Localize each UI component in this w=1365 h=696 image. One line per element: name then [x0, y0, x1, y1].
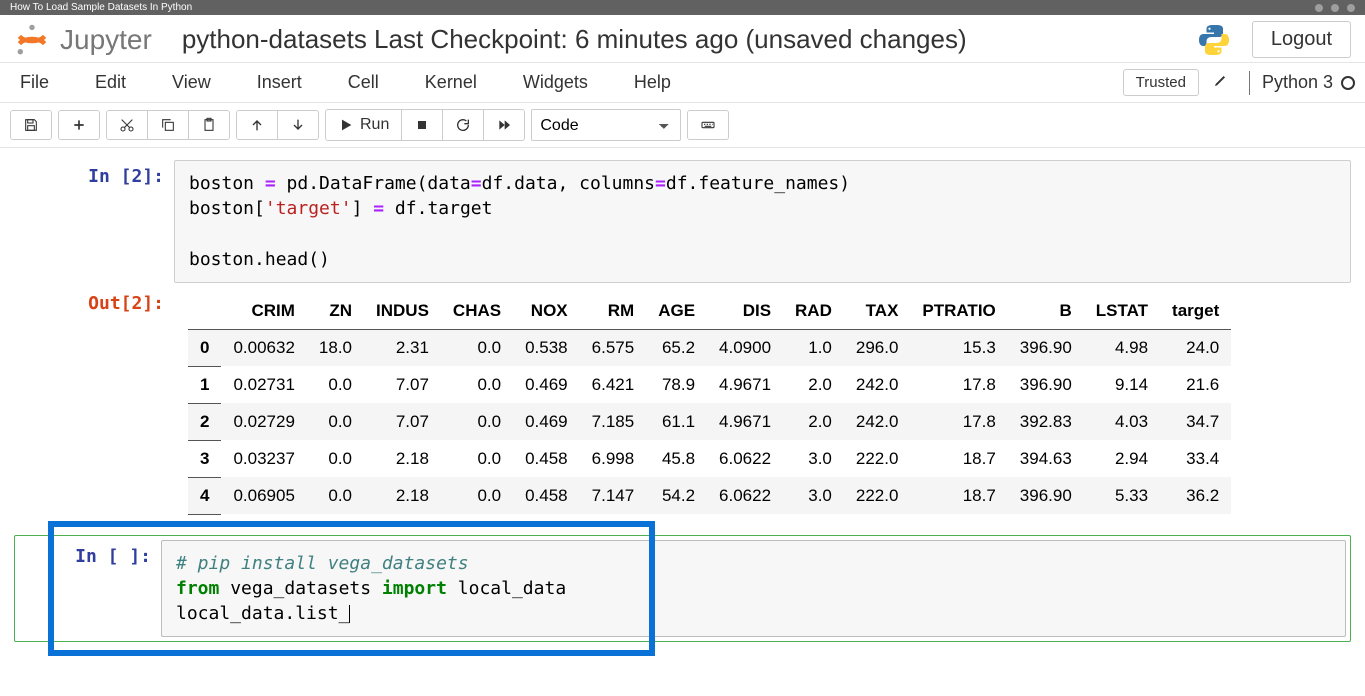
copy-icon[interactable] [148, 111, 189, 139]
table-header: B [1008, 293, 1084, 330]
kernel-busy-icon [1341, 76, 1355, 90]
table-header: AGE [646, 293, 707, 330]
menu-cell[interactable]: Cell [338, 66, 389, 99]
input-prompt-blank: In [ ]: [15, 540, 161, 638]
output-cell-2: Out[2]: CRIMZNINDUSCHASNOXRMAGEDISRADTAX… [0, 285, 1365, 523]
interrupt-icon[interactable] [402, 110, 443, 140]
dataframe-output: CRIMZNINDUSCHASNOXRMAGEDISRADTAXPTRATIOB… [174, 287, 1351, 521]
code-cell-2[interactable]: In [2]: boston = pd.DataFrame(data=df.da… [0, 158, 1365, 285]
kernel-indicator: Python 3 [1262, 72, 1355, 93]
jupyter-wordmark: Jupyter [60, 24, 152, 56]
table-header [188, 293, 221, 330]
notebook-title[interactable]: python-datasets Last Checkpoint: 6 minut… [182, 24, 1196, 55]
output-prompt: Out[2]: [14, 287, 174, 521]
toolbar: Run Code [0, 103, 1365, 148]
trusted-button[interactable]: Trusted [1123, 69, 1199, 96]
table-row: 40.069050.02.180.00.4587.14754.26.06223.… [188, 477, 1231, 514]
table-row: 30.032370.02.180.00.4586.99845.86.06223.… [188, 440, 1231, 477]
table-header: target [1160, 293, 1231, 330]
table-header: PTRATIO [910, 293, 1007, 330]
logout-button[interactable]: Logout [1252, 21, 1351, 58]
restart-icon[interactable] [443, 110, 484, 140]
command-palette-icon[interactable] [688, 111, 728, 139]
move-down-icon[interactable] [278, 111, 318, 139]
dataframe-table: CRIMZNINDUSCHASNOXRMAGEDISRADTAXPTRATIOB… [188, 293, 1231, 515]
menu-bar: File Edit View Insert Cell Kernel Widget… [0, 63, 1365, 103]
restart-run-all-icon[interactable] [484, 110, 524, 140]
pencil-icon[interactable] [1213, 72, 1229, 93]
table-header: NOX [513, 293, 580, 330]
code-cell-active[interactable]: In [ ]: # pip install vega_datasets from… [14, 535, 1351, 643]
table-row: 00.0063218.02.310.00.5386.57565.24.09001… [188, 329, 1231, 366]
cell-type-select[interactable]: Code [531, 109, 681, 141]
table-header: CHAS [441, 293, 513, 330]
notebook-area[interactable]: In [2]: boston = pd.DataFrame(data=df.da… [0, 148, 1365, 642]
tab-title: How To Load Sample Datasets In Python [10, 2, 192, 13]
cut-icon[interactable] [107, 111, 148, 139]
table-header: RM [580, 293, 647, 330]
menu-help[interactable]: Help [624, 66, 681, 99]
table-row: 10.027310.07.070.00.4696.42178.94.96712.… [188, 366, 1231, 403]
python-icon [1196, 22, 1232, 58]
table-header: LSTAT [1084, 293, 1160, 330]
table-header: DIS [707, 293, 783, 330]
paste-icon[interactable] [189, 111, 229, 139]
browser-tab-bar: How To Load Sample Datasets In Python [0, 0, 1365, 15]
add-cell-icon[interactable] [59, 111, 99, 139]
table-header: INDUS [364, 293, 441, 330]
code-input[interactable]: boston = pd.DataFrame(data=df.data, colu… [174, 160, 1351, 283]
run-button[interactable]: Run [326, 110, 402, 140]
menu-edit[interactable]: Edit [85, 66, 136, 99]
jupyter-logo[interactable]: Jupyter [14, 22, 152, 58]
table-header: RAD [783, 293, 844, 330]
input-prompt: In [2]: [14, 160, 174, 283]
save-icon[interactable] [11, 111, 51, 139]
table-header: TAX [844, 293, 911, 330]
table-header: CRIM [221, 293, 306, 330]
menu-widgets[interactable]: Widgets [513, 66, 598, 99]
move-up-icon[interactable] [237, 111, 278, 139]
table-header: ZN [307, 293, 364, 330]
menu-file[interactable]: File [10, 66, 59, 99]
notebook-header: Jupyter python-datasets Last Checkpoint:… [0, 15, 1365, 63]
menu-insert[interactable]: Insert [247, 66, 312, 99]
table-row: 20.027290.07.070.00.4697.18561.14.96712.… [188, 403, 1231, 440]
menu-view[interactable]: View [162, 66, 221, 99]
code-input-active[interactable]: # pip install vega_datasets from vega_da… [161, 540, 1346, 638]
menu-kernel[interactable]: Kernel [415, 66, 487, 99]
